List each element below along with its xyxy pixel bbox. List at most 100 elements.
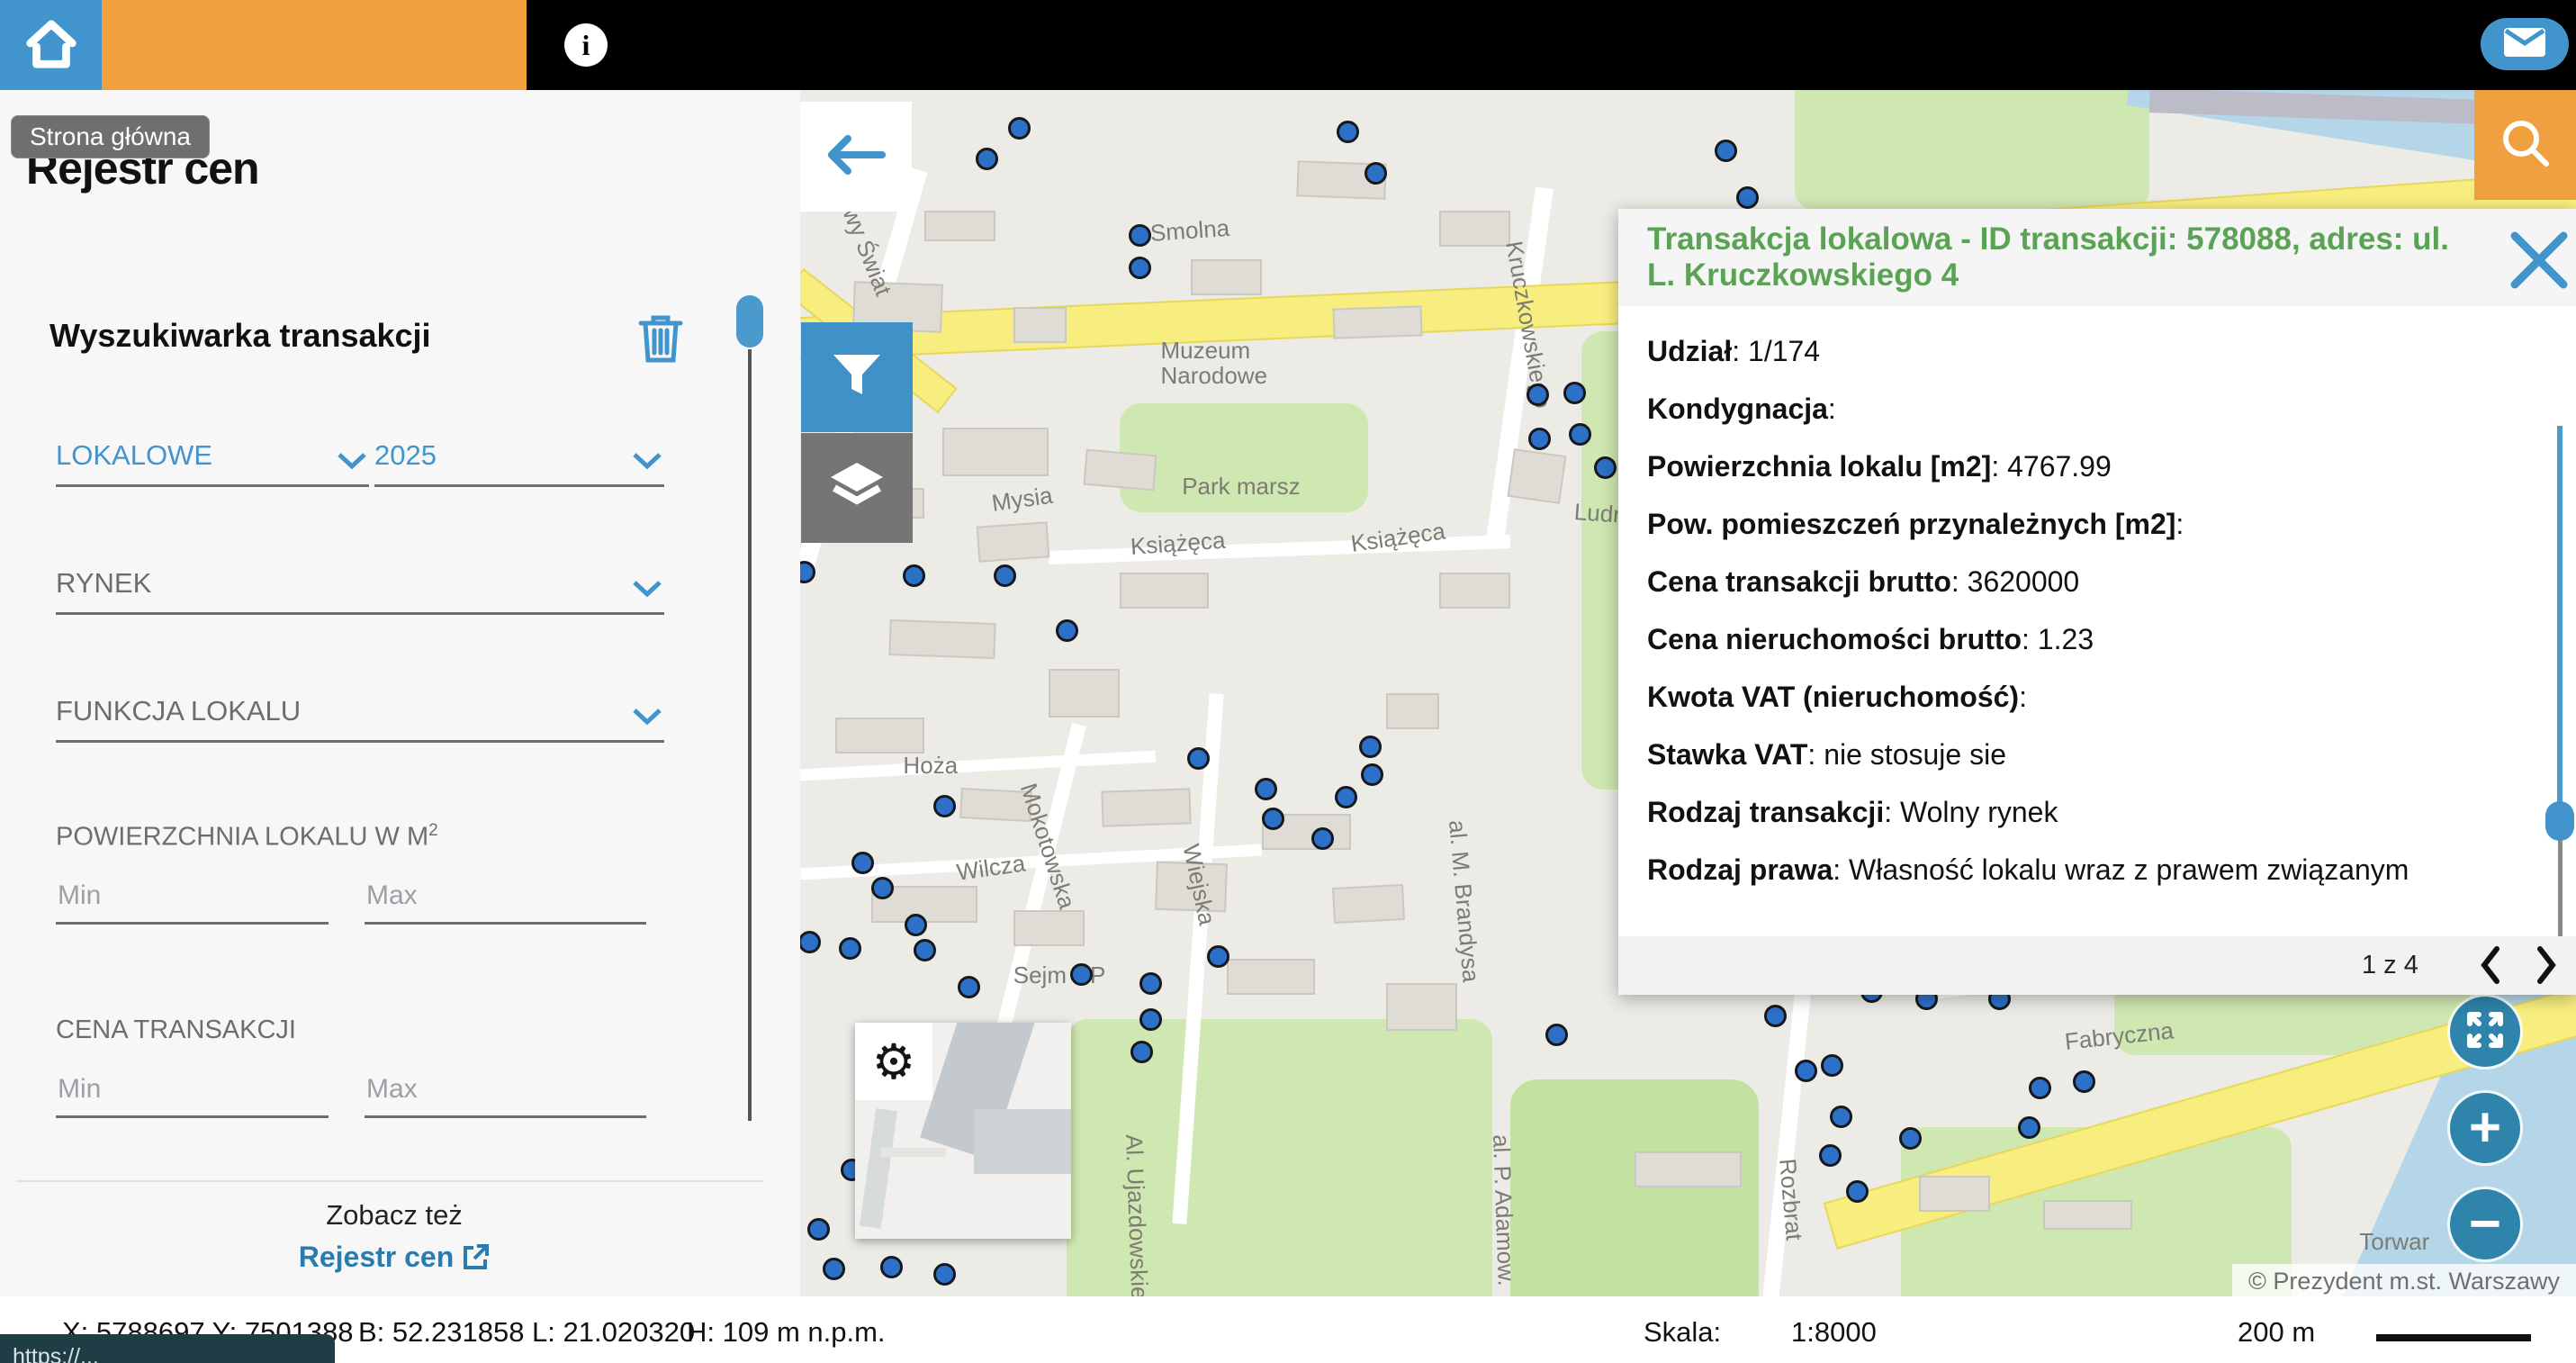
transaction-dot[interactable] <box>1764 1005 1787 1027</box>
registry-link[interactable]: Rejestr cen <box>0 1241 788 1274</box>
area-label: POWIERZCHNIA LOKALU W M2 <box>56 821 438 853</box>
previous-page-button[interactable] <box>2470 943 2511 987</box>
transaction-dot[interactable] <box>851 852 874 874</box>
dropdown-market[interactable]: RYNEK <box>56 567 664 615</box>
clipped-row: – —— – <box>1647 306 1801 315</box>
popup-scrollbar-thumb[interactable] <box>2545 801 2574 841</box>
transaction-dot[interactable] <box>1527 384 1549 406</box>
street-label: Muzeum Narodowe <box>1161 338 1268 388</box>
fullscreen-button[interactable] <box>2450 997 2520 1067</box>
transaction-dot[interactable] <box>839 937 861 960</box>
transaction-dot[interactable] <box>807 1218 830 1241</box>
transaction-dot[interactable] <box>1795 1060 1817 1082</box>
transaction-dot[interactable] <box>1056 619 1078 642</box>
transaction-dot[interactable] <box>1335 786 1357 808</box>
street-label: al. M. Brandysa <box>1445 819 1484 983</box>
transaction-dot[interactable] <box>1207 945 1229 968</box>
filter-icon <box>832 353 882 402</box>
map-attribution: © Prezydent m.st. Warszawy <box>2232 1264 2576 1296</box>
popup-row: Powierzchnia lokalu [m2]: 4767.99 <box>1647 438 2529 495</box>
clear-filters-button[interactable] <box>635 311 686 365</box>
transaction-dot[interactable] <box>1819 1144 1842 1167</box>
close-button[interactable] <box>2508 229 2571 292</box>
minimap-park <box>860 1108 897 1229</box>
scale-label: Skala: <box>1644 1316 1721 1349</box>
transaction-dot[interactable] <box>880 1256 903 1278</box>
transaction-dot[interactable] <box>2029 1077 2051 1099</box>
street-label: Al. Ujazdowskie <box>1121 1133 1152 1296</box>
transaction-dot[interactable] <box>905 914 927 936</box>
transaction-dot[interactable] <box>823 1258 845 1280</box>
map-search-button[interactable] <box>2474 90 2576 200</box>
sidebar-divider <box>16 1180 764 1182</box>
popup-row: Kwota VAT (nieruchomość): <box>1647 668 2529 726</box>
transaction-dot[interactable] <box>994 564 1016 587</box>
transaction-dot[interactable] <box>1139 972 1162 995</box>
transaction-dot[interactable] <box>1130 1041 1153 1063</box>
transaction-dot[interactable] <box>871 877 894 899</box>
overview-minimap[interactable]: ⚙ <box>855 1023 1071 1239</box>
transaction-dot[interactable] <box>1715 140 1737 162</box>
brand-strip <box>102 0 527 90</box>
minimap-settings-button[interactable]: ⚙ <box>855 1023 932 1100</box>
transaction-dot[interactable] <box>1139 1008 1162 1031</box>
street-label: Wilcza <box>955 850 1027 884</box>
sidebar-scrollbar-thumb[interactable] <box>736 295 763 348</box>
transaction-dot[interactable] <box>1821 1054 1843 1077</box>
zoom-in-button[interactable]: + <box>2450 1093 2520 1163</box>
zoom-out-button[interactable]: − <box>2450 1189 2520 1259</box>
transaction-dot[interactable] <box>1830 1106 1852 1128</box>
back-button[interactable] <box>800 102 912 212</box>
transaction-dot[interactable] <box>903 564 925 587</box>
price-max-input[interactable] <box>365 1074 646 1118</box>
sidebar-scrollbar-track[interactable] <box>748 349 752 1121</box>
mail-button[interactable] <box>2481 18 2569 70</box>
popup-scrollbar-track[interactable] <box>2558 839 2562 936</box>
scale-value: 1:8000 <box>1791 1316 1877 1349</box>
transaction-popup: Transakcja lokalowa - ID transakcji: 578… <box>1618 209 2576 995</box>
transaction-dot[interactable] <box>1129 224 1151 247</box>
transaction-dot[interactable] <box>914 939 936 961</box>
dropdown-function[interactable]: FUNKCJA LOKALU <box>56 695 664 743</box>
transaction-dot[interactable] <box>1311 827 1334 850</box>
transaction-dot[interactable] <box>933 1263 956 1286</box>
info-button[interactable]: i <box>564 23 608 67</box>
fullscreen-icon <box>2466 1011 2504 1053</box>
external-link-icon <box>454 1241 490 1273</box>
street-label: Hoża <box>903 753 958 778</box>
map-park-area <box>1510 1079 1759 1296</box>
next-page-button[interactable] <box>2526 943 2567 987</box>
transaction-dot[interactable] <box>958 976 980 998</box>
transaction-dot[interactable] <box>1528 428 1551 450</box>
transaction-dot[interactable] <box>1008 117 1031 140</box>
transaction-dot[interactable] <box>1070 963 1093 986</box>
transaction-dot[interactable] <box>800 931 821 953</box>
transaction-dot[interactable] <box>1569 423 1591 446</box>
home-icon <box>23 15 79 76</box>
transaction-dot[interactable] <box>1736 186 1759 209</box>
transaction-dot[interactable] <box>1361 763 1383 786</box>
status-bar: X: 5788697 Y: 7501388 B: 52.231858 L: 21… <box>0 1296 2576 1363</box>
transaction-dot[interactable] <box>1129 257 1151 279</box>
transaction-dot[interactable] <box>2073 1070 2095 1093</box>
dropdown-year[interactable]: 2025 <box>374 439 664 487</box>
layers-icon <box>831 463 883 514</box>
arrow-left-icon <box>826 134 886 180</box>
home-button[interactable] <box>0 0 102 90</box>
area-max-input[interactable] <box>365 880 646 925</box>
transaction-dot[interactable] <box>1359 736 1382 758</box>
layers-button[interactable] <box>801 433 913 543</box>
info-icon: i <box>582 29 590 62</box>
filter-button[interactable] <box>801 322 913 432</box>
gear-icon: ⚙ <box>872 1034 915 1090</box>
area-min-input[interactable] <box>56 880 329 925</box>
transaction-dot[interactable] <box>1545 1024 1568 1046</box>
transaction-dot[interactable] <box>1255 778 1277 800</box>
price-min-input[interactable] <box>56 1074 329 1118</box>
popup-scrollbar-track[interactable] <box>2557 426 2562 808</box>
transaction-dot[interactable] <box>933 795 956 817</box>
search-icon <box>2499 117 2552 174</box>
transaction-dot[interactable] <box>1337 121 1359 143</box>
transaction-dot[interactable] <box>976 148 998 170</box>
dropdown-transaction-type[interactable]: LOKALOWE <box>56 439 369 487</box>
